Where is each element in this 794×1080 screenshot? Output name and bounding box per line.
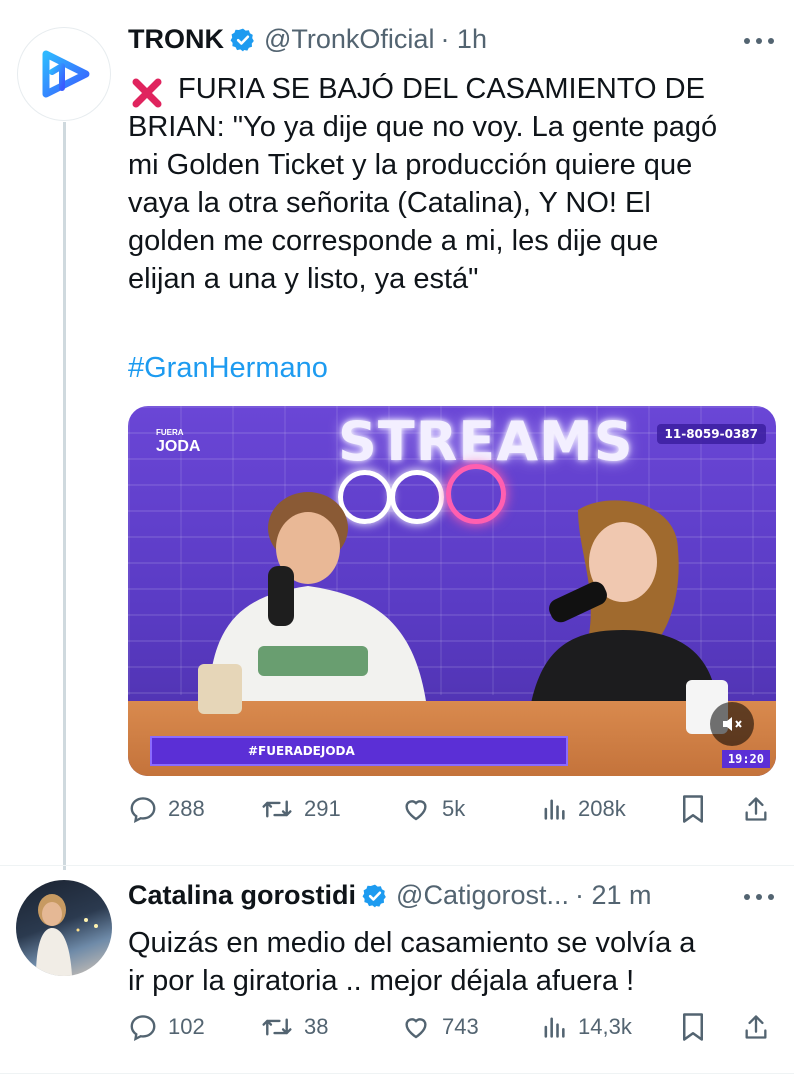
like-icon [405, 1018, 427, 1039]
tweet1-handle[interactable]: @TronkOficial [264, 24, 434, 55]
verified-icon [362, 883, 388, 909]
reply-button[interactable]: 288 [128, 794, 205, 824]
tweet2-handle[interactable]: @Catigorost... [396, 880, 569, 911]
streams-neon-sign: STREAMS [338, 410, 634, 473]
more-icon[interactable] [744, 36, 774, 46]
views-button[interactable]: 208k [540, 794, 626, 824]
views-count: 208k [578, 796, 626, 821]
catalina-avatar[interactable] [16, 880, 112, 976]
tweet2-text: Quizás en medio del casamiento se volvía… [128, 927, 696, 997]
tronk-logo-icon [42, 50, 90, 98]
fuera-de-joda-logo: FUERA JODA [156, 428, 201, 455]
tweet1-author-name[interactable]: TRONK [128, 24, 224, 55]
views-button[interactable]: 14,3k [540, 1012, 632, 1042]
bookmark-button[interactable] [680, 794, 716, 824]
retweet-button[interactable]: 291 [260, 794, 341, 824]
retweet-button[interactable]: 38 [260, 1012, 328, 1042]
mute-icon[interactable] [710, 702, 754, 746]
thread-connector-line [63, 122, 66, 870]
retweet-icon [262, 1018, 292, 1036]
profile-photo [36, 894, 98, 976]
verified-icon [230, 27, 256, 53]
reply-count: 102 [168, 1014, 205, 1039]
share-button[interactable] [742, 1012, 780, 1042]
tweet1-time[interactable]: · 1h [440, 24, 487, 55]
tweet-divider [0, 865, 794, 866]
views-icon [544, 1017, 565, 1038]
tweet2-time[interactable]: · 21 m [575, 880, 652, 911]
views-count: 14,3k [578, 1014, 632, 1039]
cup-left [198, 664, 242, 714]
tweet1-video[interactable]: FUERA JODA STREAMS 11-8059-0387 #FUERADE… [128, 406, 776, 776]
like-count: 743 [442, 1014, 479, 1039]
reply-count: 288 [168, 796, 205, 821]
tweet2-author-name[interactable]: Catalina gorostidi [128, 880, 356, 911]
tweet1-text: FURIA SE BAJÓ DEL CASAMIENTO DE BRIAN: "… [128, 73, 718, 295]
retweet-count: 38 [304, 1014, 329, 1039]
video-timestamp: 19:20 [721, 750, 770, 768]
views-icon [544, 799, 565, 820]
bookmark-icon [683, 1013, 703, 1041]
tweet2-actions: 102 38 743 14,3k [128, 1012, 776, 1052]
fueradejoda-banner: #FUERADEJODA [150, 736, 568, 766]
tweet-divider [0, 1073, 794, 1074]
bookmark-button[interactable] [680, 1012, 716, 1042]
share-icon [745, 1015, 767, 1039]
retweet-count: 291 [304, 796, 341, 821]
tweet1-header: TRONK @TronkOficial · 1h [128, 24, 487, 55]
like-icon [405, 800, 427, 821]
like-button[interactable]: 743 [400, 1012, 479, 1042]
tweet1-actions: 288 291 5k 208k [128, 794, 776, 834]
hashtag-link[interactable]: #GranHermano [128, 352, 328, 385]
share-icon [745, 797, 767, 821]
bookmark-icon [683, 795, 703, 823]
like-button[interactable]: 5k [400, 794, 465, 824]
share-button[interactable] [742, 794, 780, 824]
reply-button[interactable]: 102 [128, 1012, 205, 1042]
retweet-icon [262, 800, 292, 818]
reply-icon [130, 797, 156, 823]
reply-icon [130, 1015, 156, 1041]
tronk-avatar[interactable] [18, 28, 110, 120]
more-icon[interactable] [744, 892, 774, 902]
tweet2-header: Catalina gorostidi @Catigorost... · 21 m [128, 880, 652, 911]
phone-number-label: 11-8059-0387 [656, 424, 766, 444]
like-count: 5k [442, 796, 466, 821]
